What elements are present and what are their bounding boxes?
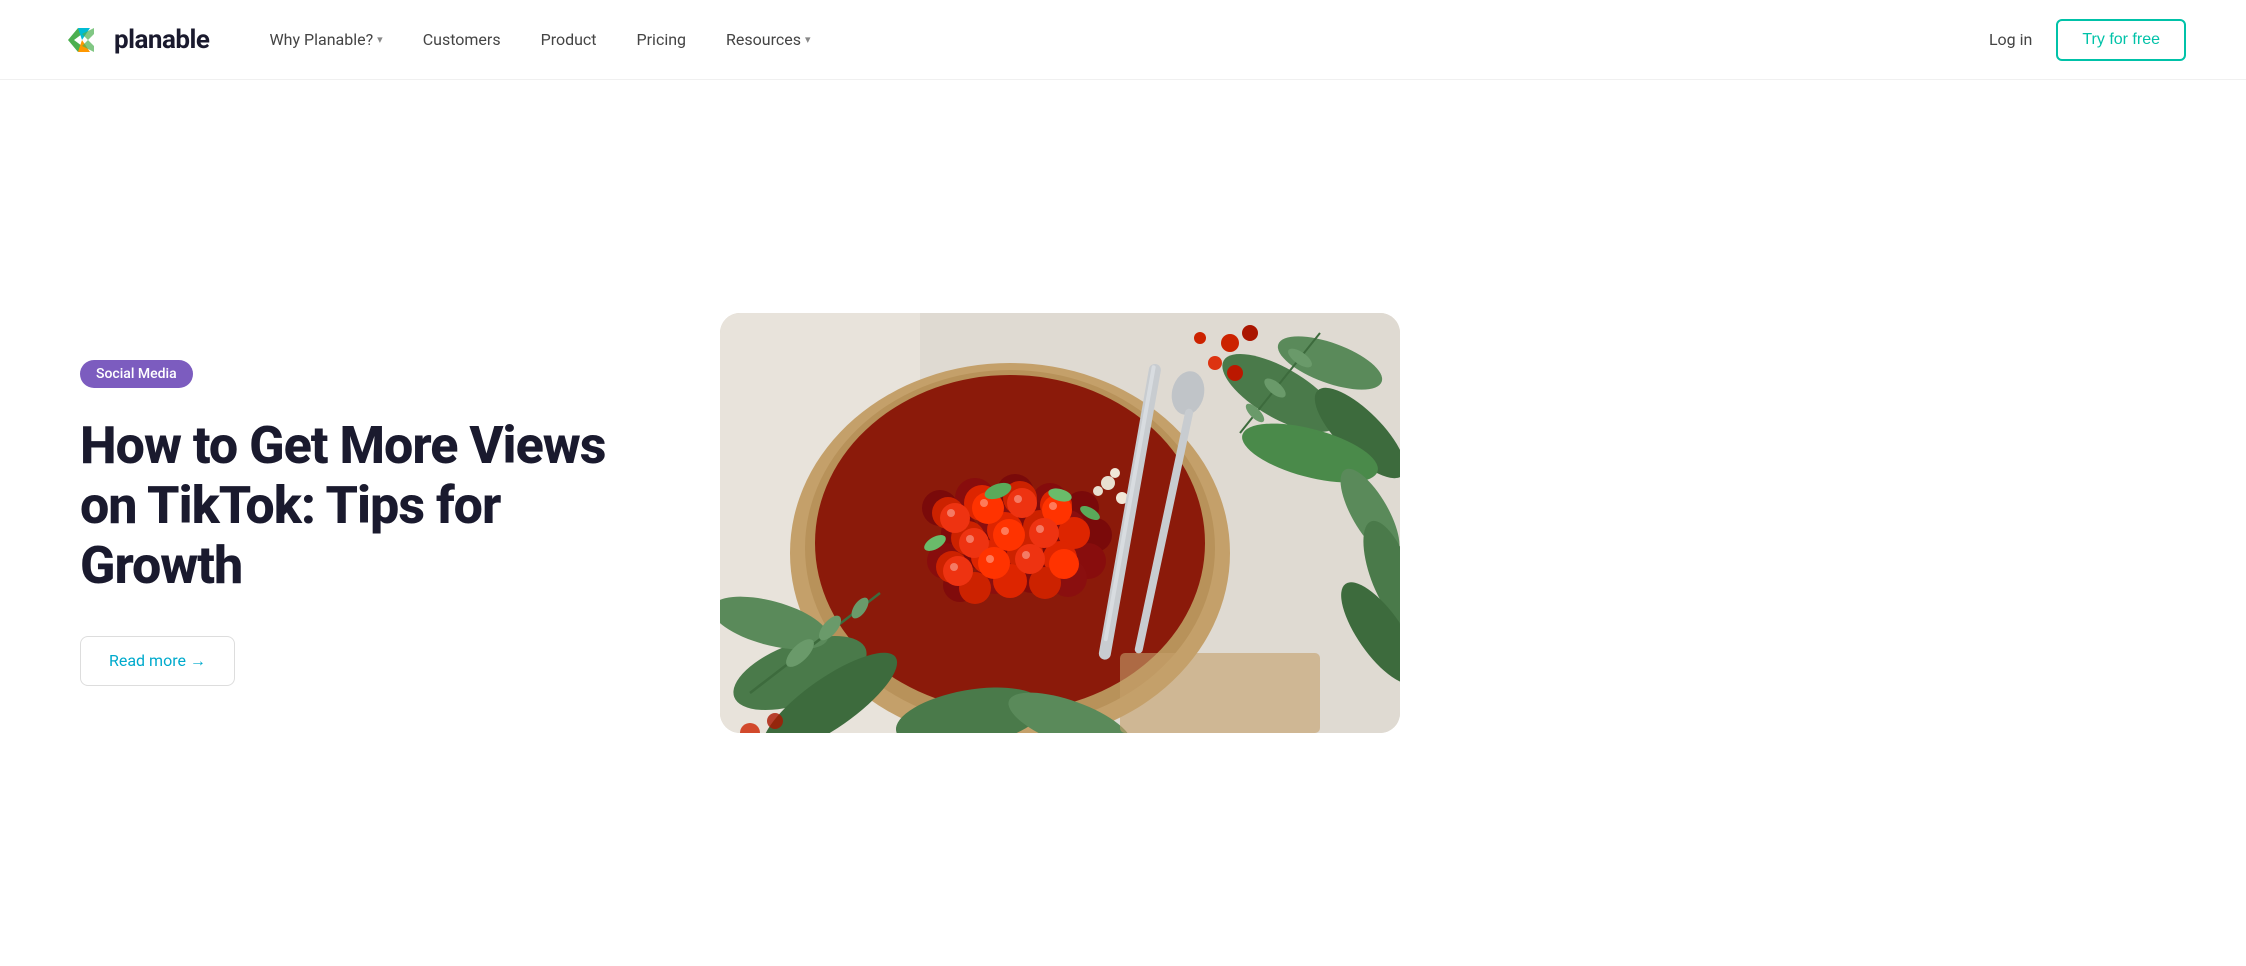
nav-label-customers: Customers <box>423 30 501 49</box>
nav-label-product: Product <box>541 30 597 49</box>
navbar: planable Why Planable? ▾ Customers Produ… <box>0 0 2246 80</box>
logo-icon <box>60 18 104 62</box>
chevron-down-icon: ▾ <box>377 33 383 46</box>
nav-label-pricing: Pricing <box>637 30 687 49</box>
nav-item-customers[interactable]: Customers <box>403 0 521 80</box>
hero-title: How to Get More Views on TikTok: Tips fo… <box>80 416 660 595</box>
food-illustration <box>720 313 1400 733</box>
nav-item-product[interactable]: Product <box>521 0 617 80</box>
login-link[interactable]: Log in <box>1989 30 2032 49</box>
nav-right: Log in Try for free <box>1989 19 2186 61</box>
try-for-free-button[interactable]: Try for free <box>2056 19 2186 61</box>
nav-item-resources[interactable]: Resources ▾ <box>706 0 830 80</box>
nav-item-why-planable[interactable]: Why Planable? ▾ <box>249 0 402 80</box>
category-badge: Social Media <box>80 360 193 388</box>
hero-content: Social Media How to Get More Views on Ti… <box>80 360 660 685</box>
hero-image-area <box>720 313 1400 733</box>
nav-links: Why Planable? ▾ Customers Product Pricin… <box>249 0 1988 80</box>
logo-link[interactable]: planable <box>60 18 209 62</box>
nav-label-why-planable: Why Planable? <box>269 30 373 49</box>
read-more-button[interactable]: Read more → <box>80 636 235 686</box>
brand-name: planable <box>114 25 209 55</box>
chevron-down-icon-resources: ▾ <box>805 33 811 46</box>
hero-section: Social Media How to Get More Views on Ti… <box>0 80 2246 966</box>
nav-item-pricing[interactable]: Pricing <box>617 0 707 80</box>
nav-label-resources: Resources <box>726 30 801 49</box>
hero-image <box>720 313 1400 733</box>
